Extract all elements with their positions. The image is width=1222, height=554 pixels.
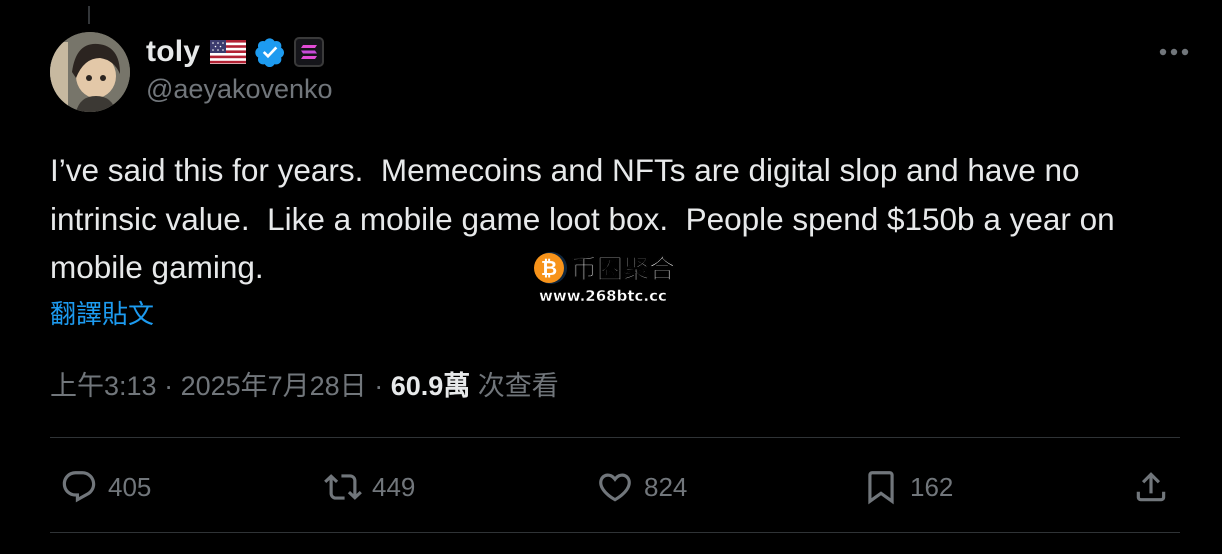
reply-icon: [62, 471, 96, 503]
more-dots-icon: [1159, 48, 1189, 56]
author-name[interactable]: toly: [146, 35, 200, 69]
repost-button[interactable]: 449: [324, 462, 415, 512]
share-button[interactable]: [1132, 462, 1170, 512]
repost-count: 449: [372, 471, 416, 502]
like-button[interactable]: 824: [596, 462, 687, 512]
repost-icon: [324, 474, 362, 500]
bookmark-count: 162: [910, 471, 954, 502]
bookmark-button[interactable]: 162: [862, 462, 953, 512]
solana-mark-icon: [301, 45, 318, 59]
avatar[interactable]: [50, 32, 130, 112]
meta-separator: ·: [156, 371, 181, 401]
meta-separator: ·: [366, 371, 391, 401]
verified-badge-icon[interactable]: [254, 36, 286, 68]
view-count: 60.9萬: [390, 371, 471, 401]
author-handle[interactable]: @aeyakovenko: [146, 74, 333, 105]
solana-logo-icon[interactable]: [294, 37, 325, 67]
reply-button[interactable]: 405: [60, 462, 151, 512]
view-count-label: 次查看: [470, 371, 559, 401]
share-icon: [1136, 472, 1166, 502]
watermark-url: www.268btc.cc: [539, 287, 667, 305]
reply-count: 405: [108, 471, 152, 502]
tweet-meta: 上午3:13 · 2025年7月28日 · 60.9萬 次查看: [50, 364, 559, 403]
like-count: 824: [644, 471, 688, 502]
watermark-title: 币圈聚合: [571, 254, 676, 285]
divider-top: [50, 437, 1180, 438]
tweet-date[interactable]: 2025年7月28日: [181, 364, 367, 403]
avatar-image: [50, 32, 130, 112]
divider-bottom: [50, 532, 1180, 533]
action-bar: 405 449 824 162: [50, 462, 1180, 512]
bitcoin-icon: ₿: [541, 256, 557, 280]
tweet-time[interactable]: 上午3:13: [50, 364, 157, 403]
more-options-button[interactable]: [1158, 38, 1190, 66]
bookmark-icon: [868, 471, 894, 505]
heart-icon: [599, 473, 631, 502]
us-flag-icon: [210, 40, 247, 64]
translate-post-link[interactable]: 翻譯貼文: [50, 294, 154, 331]
thread-connector-line: [88, 6, 90, 24]
watermark-logo: ₿ 币圈聚合 www.268btc.cc: [534, 252, 676, 305]
